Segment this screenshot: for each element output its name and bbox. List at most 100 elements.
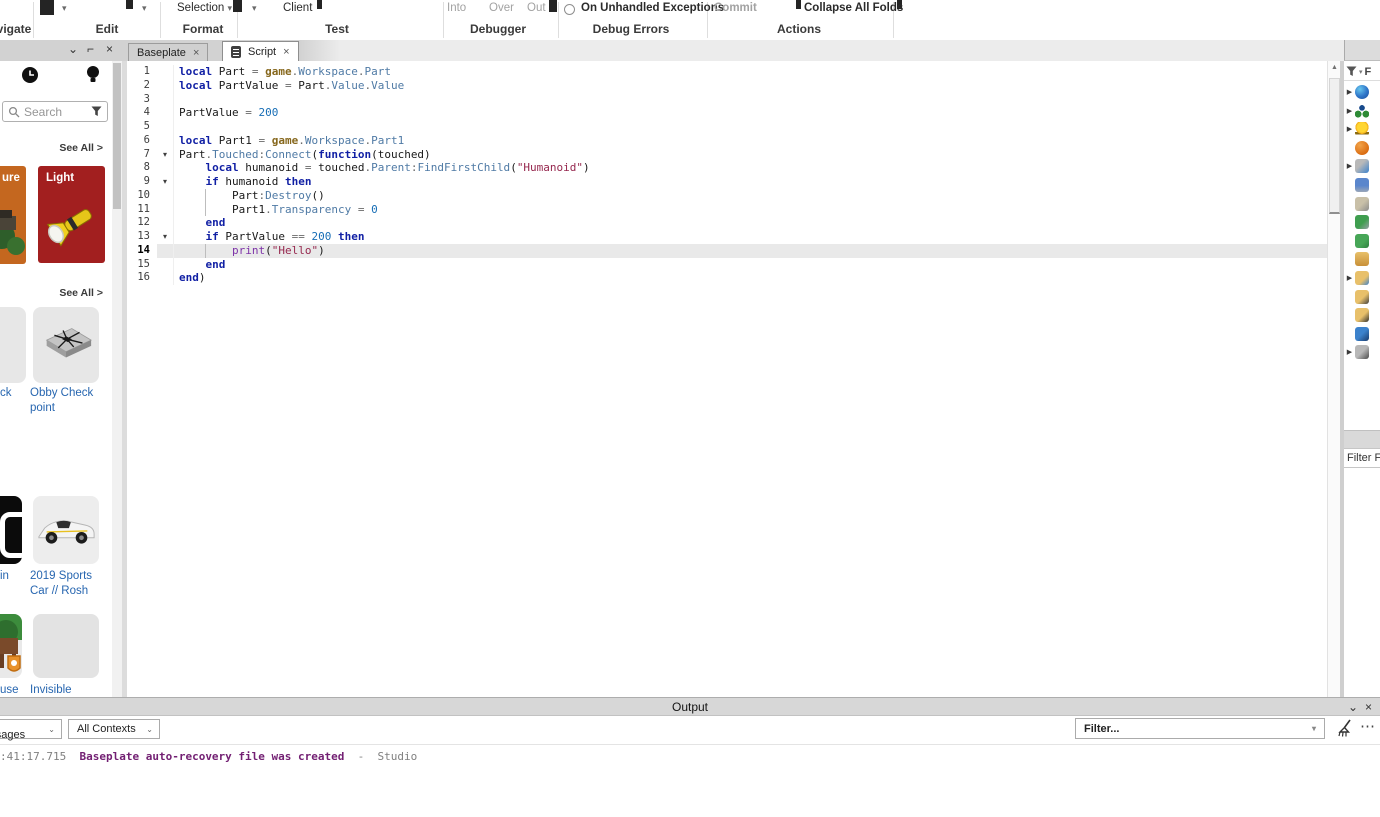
code-text[interactable]: end)	[173, 271, 1327, 285]
explorer-tree-item[interactable]	[1344, 140, 1380, 156]
tile-label[interactable]: Invisible	[30, 683, 102, 697]
toolbox-search-input[interactable]: Search	[2, 101, 108, 122]
code-text[interactable]	[173, 92, 1327, 107]
explorer-tree-item[interactable]: ▶	[1344, 103, 1380, 119]
code-line[interactable]: 16 end)	[127, 271, 1327, 285]
explorer-tree-item[interactable]: ▶	[1344, 121, 1380, 137]
line-number[interactable]: 1	[127, 65, 157, 79]
code-line[interactable]: 10 Part:Destroy()	[127, 188, 1327, 203]
explorer-tree-item[interactable]: ▶	[1344, 344, 1380, 360]
explorer-tree-item[interactable]: ▶	[1344, 84, 1380, 100]
expand-arrow-icon[interactable]: ▶	[1344, 274, 1355, 282]
code-text[interactable]: PartValue = 200	[173, 106, 1327, 120]
explorer-tree-item[interactable]: ▶	[1344, 158, 1380, 174]
code-line[interactable]: 7 ▾ Part.Touched:Connect(function(touched)	[127, 147, 1327, 162]
code-text[interactable]: Part1.Transparency = 0	[173, 202, 1327, 217]
code-line[interactable]: 12 end	[127, 216, 1327, 230]
tile-label[interactable]: ck	[0, 386, 12, 401]
collapse-all-folds-button[interactable]: Collapse All Folds	[804, 2, 903, 14]
toolbox-tile-sports-car[interactable]	[33, 496, 99, 564]
tile-label[interactable]: use	[0, 683, 19, 697]
expand-arrow-icon[interactable]: ▶	[1344, 88, 1355, 96]
code-line[interactable]: 9 ▾ if humanoid then	[127, 175, 1327, 189]
code-text[interactable]: if humanoid then	[173, 175, 1327, 189]
explorer-tree-item[interactable]	[1344, 251, 1380, 267]
explorer-tree-item[interactable]	[1344, 214, 1380, 230]
toolbox-tile-invisible[interactable]	[33, 614, 99, 678]
line-number[interactable]: 2	[127, 79, 157, 93]
line-number[interactable]: 10	[127, 189, 157, 203]
fold-arrow-icon[interactable]: ▾	[157, 175, 173, 189]
fold-arrow-icon[interactable]: ▾	[157, 230, 173, 244]
explorer-tree-item[interactable]: ▶	[1344, 270, 1380, 286]
tile-label[interactable]: in	[0, 569, 9, 584]
line-number[interactable]: 4	[127, 106, 157, 120]
toolbox-tile-partial[interactable]	[0, 307, 26, 383]
chevron-down-icon[interactable]: ▾	[62, 3, 67, 14]
code-line[interactable]: 8 local humanoid = touched.Parent:FindFi…	[127, 161, 1327, 175]
properties-filter-input[interactable]: Filter F	[1344, 448, 1380, 468]
panel-close-icon[interactable]: ×	[106, 42, 113, 56]
tab-script[interactable]: Script ×	[222, 41, 299, 61]
code-line[interactable]: 1 local Part = game.Workspace.Part	[127, 65, 1327, 79]
line-number[interactable]: 8	[127, 161, 157, 175]
panel-float-icon[interactable]: ⌐	[87, 42, 94, 56]
see-all-link[interactable]: See All >	[59, 287, 103, 299]
code-line[interactable]: 6 local Part1 = game.Workspace.Part1	[127, 133, 1327, 148]
expand-arrow-icon[interactable]: ▶	[1344, 162, 1355, 170]
message-type-dropdown[interactable]: All Messages ⌄	[0, 719, 62, 741]
toolbox-tile-partial[interactable]	[0, 496, 22, 564]
line-number[interactable]: 6	[127, 134, 157, 148]
code-text[interactable]: local PartValue = Part.Value.Value	[173, 78, 1327, 93]
chevron-down-icon[interactable]: ▾	[142, 3, 147, 14]
step-into-button[interactable]: Into	[447, 2, 466, 14]
code-text[interactable]: end	[173, 257, 1327, 272]
toolbox-tile-obby-checkpoint[interactable]	[33, 307, 99, 383]
step-over-button[interactable]: Over	[489, 2, 514, 14]
code-text[interactable]: Part:Destroy()	[173, 188, 1327, 203]
tab-baseplate[interactable]: Baseplate ×	[128, 43, 209, 61]
on-unhandled-exceptions-radio[interactable]	[564, 4, 575, 15]
see-all-link[interactable]: See All >	[59, 142, 103, 154]
code-line[interactable]: 13 ▾ if PartValue == 200 then	[127, 230, 1327, 244]
output-panel-header[interactable]: Output ⌄ ×	[0, 697, 1380, 716]
panel-close-icon[interactable]: ×	[1365, 700, 1372, 714]
code-line[interactable]: 15 end	[127, 257, 1327, 272]
line-number[interactable]: 12	[127, 216, 157, 230]
panel-collapse-icon[interactable]: ⌄	[1348, 700, 1358, 714]
line-number[interactable]: 11	[127, 203, 157, 217]
context-dropdown[interactable]: All Contexts ⌄	[68, 719, 160, 739]
close-icon[interactable]: ×	[283, 46, 289, 58]
expand-arrow-icon[interactable]: ▶	[1344, 125, 1355, 133]
properties-panel-header[interactable]	[1344, 430, 1380, 449]
code-line[interactable]: 4 PartValue = 200	[127, 106, 1327, 120]
selection-dropdown[interactable]: Selection ▾	[177, 2, 232, 14]
explorer-tree-item[interactable]	[1344, 233, 1380, 249]
toolbox-tile-light[interactable]: Light	[38, 166, 105, 263]
filter-funnel-icon[interactable]	[91, 106, 102, 117]
scrollbar-thumb[interactable]	[113, 63, 121, 209]
commit-button[interactable]: Commit	[714, 2, 757, 14]
scrollbar-thumb[interactable]	[1329, 78, 1340, 214]
tile-label[interactable]: 2019 Sports Car // Rosh	[30, 569, 102, 598]
fold-arrow-icon[interactable]: ▾	[157, 148, 173, 162]
explorer-tree-item[interactable]	[1344, 326, 1380, 342]
expand-arrow-icon[interactable]: ▶	[1344, 348, 1355, 356]
step-out-button[interactable]: Out	[527, 2, 546, 14]
explorer-tree-item[interactable]	[1344, 289, 1380, 305]
more-options-icon[interactable]: ⋯	[1360, 717, 1376, 735]
output-filter-input[interactable]: Filter... ▾	[1075, 718, 1325, 739]
code-text[interactable]: end	[173, 216, 1327, 230]
line-number[interactable]: 7	[127, 148, 157, 162]
code-line[interactable]: 5	[127, 120, 1327, 134]
toolbox-tile-partial[interactable]	[0, 614, 22, 678]
line-number[interactable]: 14	[127, 244, 157, 258]
lightbulb-icon[interactable]	[85, 65, 101, 85]
clear-output-broom-icon[interactable]	[1336, 719, 1352, 738]
code-line[interactable]: 11 Part1.Transparency = 0	[127, 202, 1327, 217]
code-line[interactable]: 2 local PartValue = Part.Value.Value	[127, 78, 1327, 93]
explorer-tree-item[interactable]	[1344, 177, 1380, 193]
line-number[interactable]: 15	[127, 258, 157, 272]
code-line[interactable]: 14 print("Hello")	[127, 243, 1327, 258]
panel-collapse-icon[interactable]: ⌄	[68, 42, 78, 56]
